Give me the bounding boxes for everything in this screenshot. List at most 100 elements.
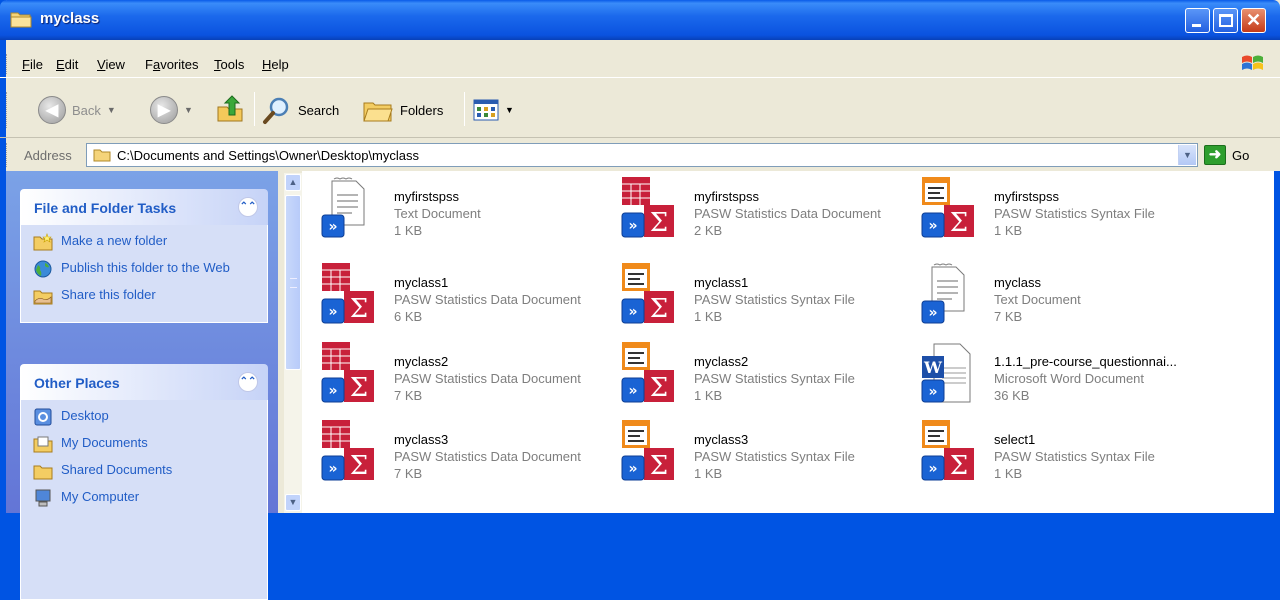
folders-icon	[363, 102, 393, 122]
windows-logo-icon	[1238, 52, 1268, 74]
share-folder-link[interactable]: Share this folder	[33, 287, 255, 305]
shared-documents-link[interactable]: Shared Documents	[33, 462, 255, 480]
svg-text:»: »	[628, 218, 637, 234]
forward-button[interactable]: ▶ ▼	[150, 92, 193, 128]
text-document-icon: »	[920, 263, 978, 325]
svg-text:Σ: Σ	[350, 373, 368, 403]
address-path: C:\Documents and Settings\Owner\Desktop\…	[117, 148, 420, 163]
other-places-title: Other Places	[34, 375, 120, 391]
make-new-folder-link[interactable]: Make a new folder	[33, 233, 255, 251]
my-computer-link[interactable]: My Computer	[33, 489, 255, 507]
svg-text:»: »	[328, 383, 337, 399]
collapse-icon[interactable]: ⌃⌃	[238, 197, 258, 217]
file-item[interactable]: Σ» myfirstspss PASW Statistics Syntax File…	[912, 171, 1212, 249]
file-item[interactable]: Σ» select1 PASW Statistics Syntax File 1 KB	[912, 414, 1212, 492]
address-grip[interactable]	[6, 143, 8, 167]
file-item[interactable]: Σ» myclass1 PASW Statistics Syntax File 1 K…	[612, 257, 912, 335]
minimize-button[interactable]	[1185, 8, 1210, 33]
svg-text:»: »	[628, 461, 637, 477]
my-computer-icon	[35, 489, 51, 507]
file-name: myclass	[994, 275, 1041, 290]
spss-syntax-icon: Σ»	[920, 177, 978, 239]
file-item[interactable]: Σ» myclass1 PASW Statistics Data Document 6…	[312, 257, 612, 335]
file-item[interactable]: Σ» myclass3 PASW Statistics Syntax File 1 K…	[612, 414, 912, 492]
back-label: Back	[72, 102, 101, 118]
file-item[interactable]: » myfirstspss Text Document 1 KB	[312, 171, 612, 249]
spss-data-icon: Σ»	[320, 263, 378, 325]
go-button[interactable]: ➜ Go	[1204, 145, 1249, 165]
folders-button[interactable]: Folders	[362, 92, 443, 128]
file-item[interactable]: W» 1.1.1_pre-course_questionnai... Microso…	[912, 336, 1212, 414]
maximize-button[interactable]	[1213, 8, 1238, 33]
desktop-icon	[34, 408, 52, 426]
file-type: PASW Statistics Data Document	[394, 449, 581, 464]
spss-data-icon: Σ»	[320, 420, 378, 482]
menu-tools-rest: ools	[220, 57, 245, 72]
spss-syntax-icon: Σ»	[920, 420, 978, 482]
svg-text:Σ: Σ	[650, 208, 668, 238]
menu-grip[interactable]	[6, 54, 8, 74]
shared-documents-label: Shared Documents	[61, 462, 173, 477]
file-item[interactable]: Σ» myclass2 PASW Statistics Data Document 7…	[312, 336, 612, 414]
svg-text:»: »	[328, 461, 337, 477]
file-size: 1 KB	[694, 466, 723, 481]
svg-text:»: »	[928, 384, 937, 400]
file-size: 1 KB	[994, 466, 1023, 481]
toolbar-separator	[254, 92, 255, 126]
file-list-view[interactable]: » myfirstspss Text Document 1 KB Σ» myfirstsp…	[302, 171, 1278, 513]
scroll-thumb[interactable]	[285, 195, 301, 370]
my-documents-link[interactable]: My Documents	[33, 435, 255, 453]
toolbar-grip[interactable]	[6, 92, 8, 128]
file-folder-tasks-header[interactable]: File and Folder Tasks ⌃⌃	[20, 189, 268, 225]
views-button[interactable]: ▼	[473, 92, 514, 128]
close-icon: ✕	[1245, 10, 1262, 30]
file-name: myclass2	[394, 354, 449, 369]
spss-syntax-icon: Σ»	[620, 420, 678, 482]
address-dropdown-button[interactable]: ▼	[1178, 145, 1196, 165]
search-button[interactable]: Search	[262, 92, 339, 128]
menu-help[interactable]: Help	[262, 57, 289, 72]
menu-favorites[interactable]: Favorites	[145, 57, 198, 72]
file-item[interactable]: Σ» myclass2 PASW Statistics Syntax File 1 K…	[612, 336, 912, 414]
desktop-link[interactable]: Desktop	[33, 408, 255, 426]
menu-tools[interactable]: Tools	[214, 57, 244, 72]
publish-folder-link[interactable]: Publish this folder to the Web	[33, 260, 255, 278]
file-item[interactable]: » myclass Text Document 7 KB	[912, 257, 1212, 335]
address-label: Address	[24, 148, 72, 163]
file-size: 1 KB	[694, 388, 723, 403]
menu-view[interactable]: View	[97, 57, 125, 72]
text-document-icon: »	[320, 177, 378, 239]
scroll-down-button[interactable]: ▼	[285, 494, 301, 511]
address-input[interactable]: C:\Documents and Settings\Owner\Desktop\…	[86, 143, 1198, 167]
title-bar[interactable]: myclass ✕	[0, 0, 1280, 40]
scroll-up-button[interactable]: ▲	[285, 174, 301, 191]
file-type: PASW Statistics Data Document	[694, 206, 881, 221]
folder-icon	[10, 12, 32, 28]
vertical-scrollbar[interactable]: ▲ ▼	[284, 173, 302, 513]
back-button[interactable]: ◀ Back ▼	[38, 92, 116, 128]
file-name: myfirstspss	[694, 189, 759, 204]
spss-syntax-icon: Σ»	[620, 342, 678, 404]
shared-documents-icon	[33, 465, 53, 480]
menu-edit[interactable]: Edit	[56, 57, 78, 72]
menu-file[interactable]: File	[22, 57, 43, 72]
close-button[interactable]: ✕	[1241, 8, 1266, 33]
svg-text:W: W	[923, 358, 943, 377]
file-type: Microsoft Word Document	[994, 371, 1145, 386]
file-item[interactable]: Σ» myfirstspss PASW Statistics Data Docume…	[612, 171, 912, 249]
svg-text:Σ: Σ	[650, 294, 668, 324]
file-type: PASW Statistics Syntax File	[994, 206, 1155, 221]
svg-text:»: »	[928, 461, 937, 477]
my-documents-icon	[33, 436, 53, 453]
file-name: myfirstspss	[994, 189, 1059, 204]
publish-folder-label: Publish this folder to the Web	[61, 260, 230, 275]
up-folder-button[interactable]	[215, 92, 245, 128]
file-size: 7 KB	[994, 309, 1023, 324]
collapse-icon[interactable]: ⌃⌃	[238, 372, 258, 392]
other-places-header[interactable]: Other Places ⌃⌃	[20, 364, 268, 400]
menu-help-rest: elp	[271, 57, 289, 72]
file-type: PASW Statistics Syntax File	[694, 371, 855, 386]
spss-data-icon: Σ»	[620, 177, 678, 239]
file-item[interactable]: Σ» myclass3 PASW Statistics Data Document 7…	[312, 414, 612, 492]
share-folder-label: Share this folder	[61, 287, 156, 302]
